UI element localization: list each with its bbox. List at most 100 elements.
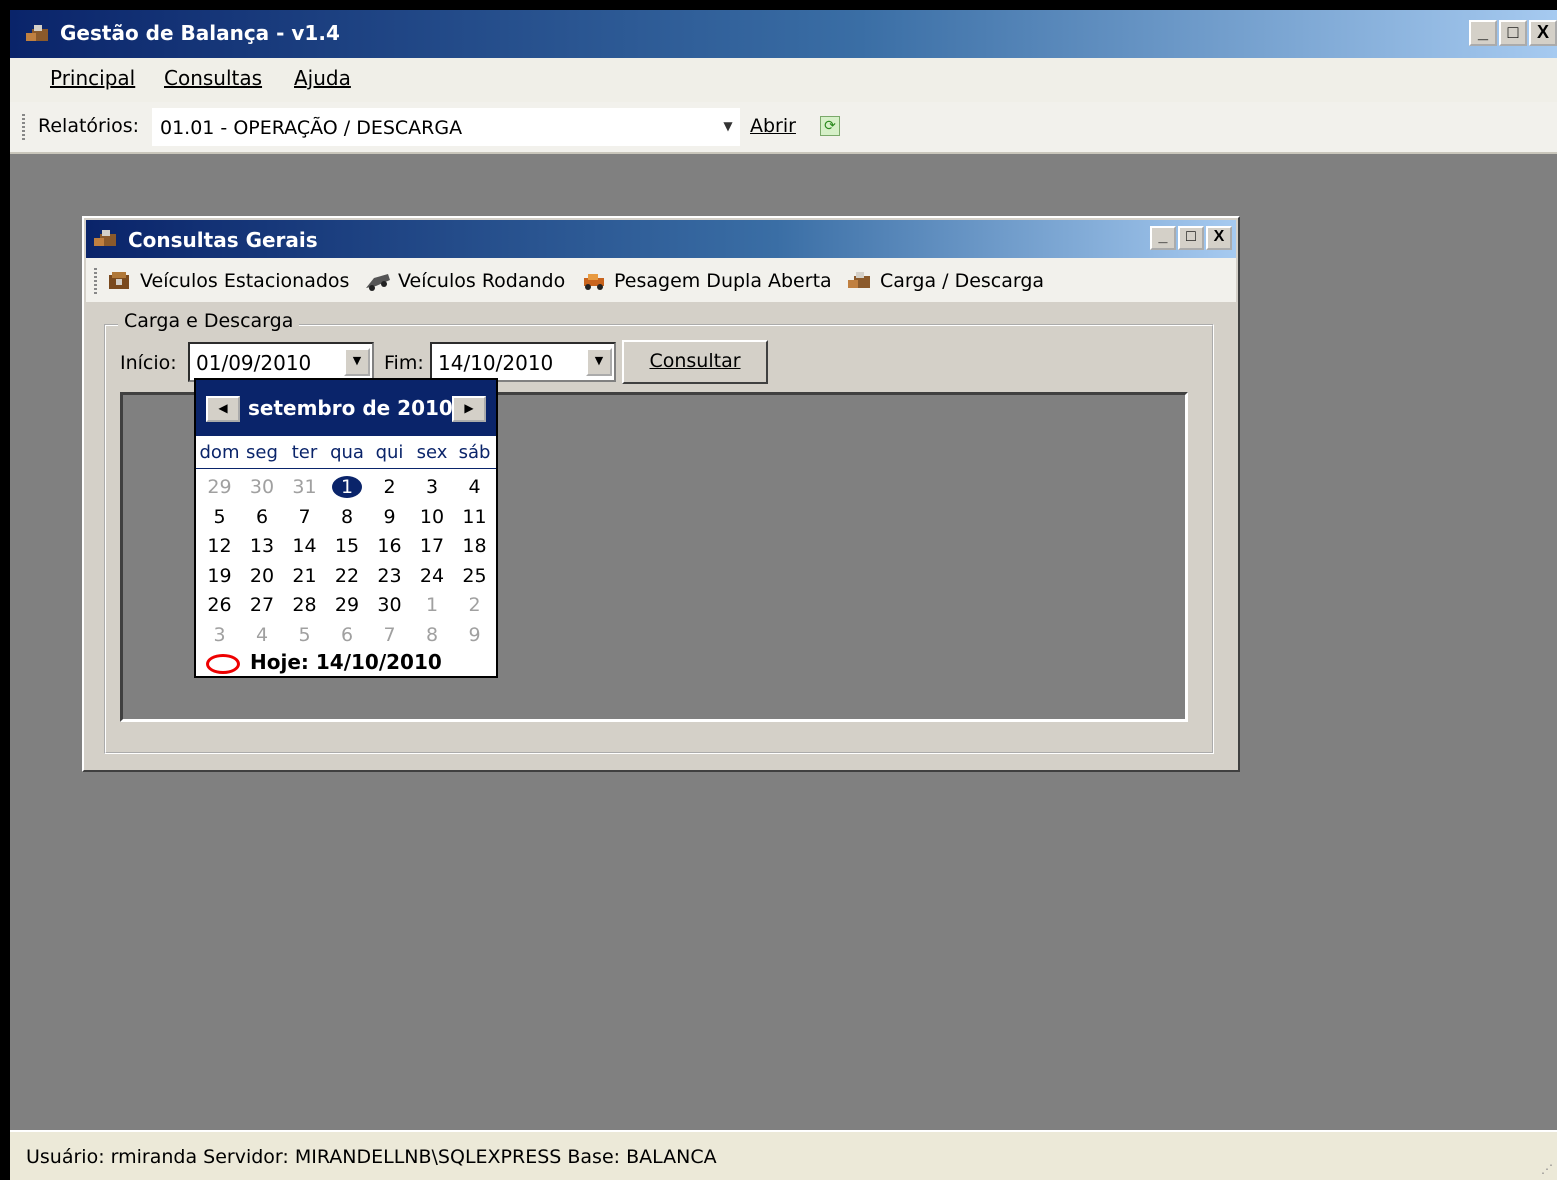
- calendar-day[interactable]: 11: [453, 506, 496, 528]
- calendar-day[interactable]: 16: [368, 535, 411, 557]
- calendar-day[interactable]: 9: [368, 506, 411, 528]
- start-date-picker[interactable]: 01/09/2010 ▼: [188, 342, 374, 382]
- toolbar-grip[interactable]: [22, 114, 25, 140]
- title-bar: Gestão de Balança - v1.4 _ □ X: [10, 10, 1557, 58]
- menu-ajuda[interactable]: Ajuda: [294, 66, 351, 90]
- weekday-header: dom seg ter qua qui sex sáb: [196, 442, 496, 469]
- calendar-day[interactable]: 18: [453, 535, 496, 557]
- child-app-icon: [94, 230, 116, 246]
- calendar-day[interactable]: 2: [453, 594, 496, 616]
- consultar-button[interactable]: Consultar: [622, 340, 768, 384]
- calendar-day[interactable]: 22: [326, 565, 369, 587]
- menu-principal[interactable]: Principal: [50, 66, 135, 90]
- end-date-value: 14/10/2010: [438, 351, 554, 375]
- calendar-day[interactable]: 2: [368, 476, 411, 498]
- toolbar-item-label: Carga / Descarga: [880, 270, 1045, 292]
- window-controls: _ □ X: [1469, 20, 1557, 46]
- minimize-button[interactable]: _: [1469, 20, 1497, 46]
- child-minimize-button[interactable]: _: [1150, 226, 1176, 250]
- today-circle-icon: [206, 654, 240, 674]
- weekday-label: seg: [246, 442, 278, 463]
- chevron-down-icon[interactable]: ▼: [716, 108, 740, 146]
- running-vehicles-icon: [366, 274, 390, 291]
- calendar-day[interactable]: 1: [411, 594, 454, 616]
- calendar-day[interactable]: 9: [453, 624, 496, 646]
- parked-vehicles-icon: [109, 272, 129, 289]
- calendar-day[interactable]: 5: [198, 506, 241, 528]
- toolbar-item-label: Veículos Estacionados: [140, 270, 350, 292]
- refresh-icon[interactable]: ⟳: [820, 116, 840, 136]
- child-window-title: Consultas Gerais: [128, 228, 318, 252]
- calendar-day[interactable]: 4: [453, 476, 496, 498]
- report-select[interactable]: 01.01 - OPERAÇÃO / DESCARGA ▼: [152, 108, 740, 146]
- calendar-day[interactable]: 4: [241, 624, 284, 646]
- chevron-down-icon[interactable]: ▼: [586, 348, 612, 376]
- menu-bar: Principal Consultas Ajuda: [10, 58, 1557, 102]
- toolbar-item-label: Pesagem Dupla Aberta: [614, 270, 832, 292]
- main-window: Gestão de Balança - v1.4 _ □ X Principal…: [10, 10, 1557, 1180]
- calendar-dropdown: ◀ setembro de 2010 ▶ dom seg ter qua qui sex s…: [194, 378, 498, 678]
- close-button[interactable]: X: [1529, 20, 1557, 46]
- group-title: Carga e Descarga: [118, 310, 300, 332]
- weekday-label: sex: [416, 442, 448, 463]
- resize-grip-icon[interactable]: ⋰: [1541, 1162, 1553, 1176]
- calendar-day[interactable]: 7: [283, 506, 326, 528]
- toolbar-parked-vehicles[interactable]: Veículos Estacionados: [106, 270, 349, 292]
- calendar-day[interactable]: 23: [368, 565, 411, 587]
- calendar-day[interactable]: 30: [368, 594, 411, 616]
- child-toolbar-grip[interactable]: [94, 268, 97, 294]
- double-weighing-icon: [584, 274, 604, 290]
- calendar-day[interactable]: 7: [368, 624, 411, 646]
- report-selected-value: 01.01 - OPERAÇÃO / DESCARGA: [160, 117, 463, 139]
- next-month-button[interactable]: ▶: [452, 396, 486, 422]
- maximize-button[interactable]: □: [1499, 20, 1527, 46]
- today-button[interactable]: Hoje: 14/10/2010: [250, 650, 442, 674]
- calendar-day[interactable]: 15: [326, 535, 369, 557]
- end-date-picker[interactable]: 14/10/2010 ▼: [430, 342, 616, 382]
- child-window-controls: _ □ X: [1150, 226, 1232, 250]
- calendar-day[interactable]: 8: [411, 624, 454, 646]
- calendar-day[interactable]: 29: [198, 476, 241, 498]
- chevron-down-icon[interactable]: ▼: [344, 348, 370, 376]
- calendar-day[interactable]: 21: [283, 565, 326, 587]
- toolbar-double-weighing[interactable]: Pesagem Dupla Aberta: [580, 270, 832, 292]
- child-title-bar: Consultas Gerais _ □ X: [86, 220, 1236, 258]
- calendar-day[interactable]: 8: [326, 506, 369, 528]
- load-unload-icon: [848, 272, 870, 288]
- calendar-day[interactable]: 3: [198, 624, 241, 646]
- calendar-day[interactable]: 1: [326, 476, 369, 498]
- prev-month-button[interactable]: ◀: [206, 396, 240, 422]
- weekday-label: qua: [330, 442, 364, 463]
- toolbar-load-unload[interactable]: Carga / Descarga: [846, 270, 1044, 292]
- window-title: Gestão de Balança - v1.4: [60, 21, 340, 45]
- calendar-day[interactable]: 6: [241, 506, 284, 528]
- calendar-day[interactable]: 17: [411, 535, 454, 557]
- start-date-value: 01/09/2010: [196, 351, 312, 375]
- calendar-day[interactable]: 20: [241, 565, 284, 587]
- calendar-day[interactable]: 3: [411, 476, 454, 498]
- calendar-day[interactable]: 28: [283, 594, 326, 616]
- calendar-day[interactable]: 14: [283, 535, 326, 557]
- open-button[interactable]: Abrir: [750, 115, 796, 137]
- weekday-label: sáb: [458, 442, 491, 463]
- calendar-day[interactable]: 24: [411, 565, 454, 587]
- calendar-day[interactable]: 27: [241, 594, 284, 616]
- calendar-day[interactable]: 29: [326, 594, 369, 616]
- child-close-button[interactable]: X: [1206, 226, 1232, 250]
- calendar-day[interactable]: 19: [198, 565, 241, 587]
- calendar-day[interactable]: 26: [198, 594, 241, 616]
- toolbar-item-label: Veículos Rodando: [398, 270, 566, 292]
- weekday-label: ter: [291, 442, 318, 463]
- menu-consultas[interactable]: Consultas: [164, 66, 262, 90]
- calendar-day[interactable]: 5: [283, 624, 326, 646]
- child-maximize-button[interactable]: □: [1178, 226, 1204, 250]
- calendar-day[interactable]: 6: [326, 624, 369, 646]
- end-label: Fim:: [384, 352, 424, 374]
- calendar-day[interactable]: 13: [241, 535, 284, 557]
- calendar-day[interactable]: 12: [198, 535, 241, 557]
- toolbar-running-vehicles[interactable]: Veículos Rodando: [364, 270, 565, 292]
- calendar-day[interactable]: 31: [283, 476, 326, 498]
- calendar-day[interactable]: 10: [411, 506, 454, 528]
- calendar-day[interactable]: 30: [241, 476, 284, 498]
- calendar-day[interactable]: 25: [453, 565, 496, 587]
